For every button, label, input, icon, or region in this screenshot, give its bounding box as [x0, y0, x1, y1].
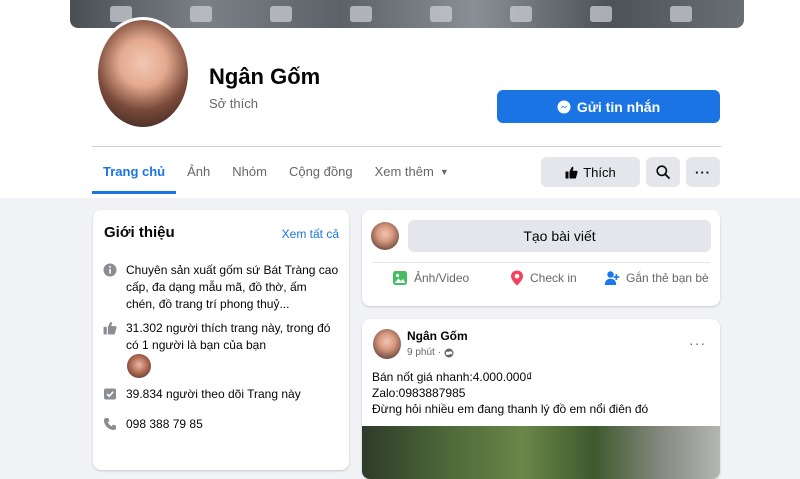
post-more-icon[interactable]: ···: [689, 335, 706, 351]
page-title: Ngân Gốm: [209, 64, 321, 89]
header-divider: [92, 146, 721, 147]
intro-description-text: Chuyên sản xuất gốm sứ Bát Tràng cao cấp…: [126, 263, 339, 311]
thumbs-up-icon: [565, 166, 578, 178]
info-icon: [103, 263, 117, 277]
create-post-input[interactable]: Tạo bài viết: [408, 220, 711, 252]
send-message-label: Gửi tin nhắn: [576, 98, 661, 115]
post-text-line: Bán nốt giá nhanh:4.000.000₫: [372, 370, 533, 384]
followers-icon: [104, 388, 116, 400]
intro-followers-text: 39.834 người theo dõi Trang này: [126, 387, 301, 401]
send-message-button[interactable]: Gửi tin nhắn: [497, 90, 720, 123]
more-options-button[interactable]: ···: [686, 157, 720, 187]
intro-card: Giới thiệu Xem tất cả Chuyên sản xuất gố…: [93, 210, 349, 470]
search-button[interactable]: [646, 157, 680, 187]
globe-icon: [444, 348, 454, 357]
page-category: Sở thích: [209, 96, 258, 111]
tab-home[interactable]: Trang chủ: [92, 157, 177, 194]
intro-phone: 098 388 79 85: [103, 416, 339, 433]
intro-likes: 31.302 người thích trang này, trong đó c…: [103, 320, 339, 354]
see-all-link[interactable]: Xem tất cả: [282, 227, 339, 241]
intro-likes-text: 31.302 người thích trang này, trong đó c…: [126, 321, 331, 352]
post-card: Ngân Gốm 9 phút · ··· Bán nốt giá nhanh:…: [362, 319, 720, 479]
page-tabs: Trang chủ Ảnh Nhóm Cộng đồng Xem thêm ▼: [92, 157, 460, 197]
search-icon: [656, 165, 670, 179]
check-in-button[interactable]: Check in: [510, 270, 577, 286]
friend-avatar[interactable]: [127, 354, 151, 378]
tag-person-icon: [604, 271, 620, 285]
post-photo[interactable]: [362, 426, 720, 479]
post-text-line: Đừng hỏi nhiều em đang thanh lý đồ em nổ…: [372, 402, 649, 416]
create-post-divider: [372, 262, 710, 263]
post-text-line: Zalo:0983887985: [372, 386, 466, 400]
intro-description: Chuyên sản xuất gốm sứ Bát Tràng cao cấp…: [103, 262, 339, 313]
more-icon: ···: [695, 164, 711, 180]
tab-photos[interactable]: Ảnh: [176, 157, 221, 193]
composer-avatar[interactable]: [371, 222, 399, 250]
post-author-avatar[interactable]: [373, 329, 401, 359]
cover-photo[interactable]: [70, 0, 744, 28]
caret-down-icon: ▼: [439, 167, 449, 177]
photo-icon: [393, 271, 407, 285]
photo-video-button[interactable]: Ảnh/Video: [392, 270, 469, 286]
phone-icon: [104, 418, 116, 430]
post-timestamp[interactable]: 9 phút ·: [407, 347, 454, 358]
tab-community[interactable]: Cộng đồng: [278, 157, 364, 193]
location-pin-icon: [511, 270, 523, 286]
thumbs-up-icon: [103, 321, 117, 335]
like-button[interactable]: Thích: [541, 157, 640, 187]
intro-title: Giới thiệu: [104, 224, 175, 241]
messenger-icon: [557, 100, 571, 113]
intro-followers: 39.834 người theo dõi Trang này: [103, 386, 339, 403]
tab-more[interactable]: Xem thêm ▼: [364, 157, 460, 193]
post-author-name[interactable]: Ngân Gốm: [407, 329, 468, 343]
tab-groups[interactable]: Nhóm: [221, 157, 278, 193]
intro-phone-text[interactable]: 098 388 79 85: [126, 416, 203, 433]
like-label: Thích: [583, 164, 616, 180]
create-post-card: Tạo bài viết Ảnh/Video Check in Gắn thẻ …: [362, 210, 720, 306]
tag-friends-button[interactable]: Gắn thẻ bạn bè: [604, 270, 709, 286]
profile-avatar[interactable]: [95, 17, 191, 130]
